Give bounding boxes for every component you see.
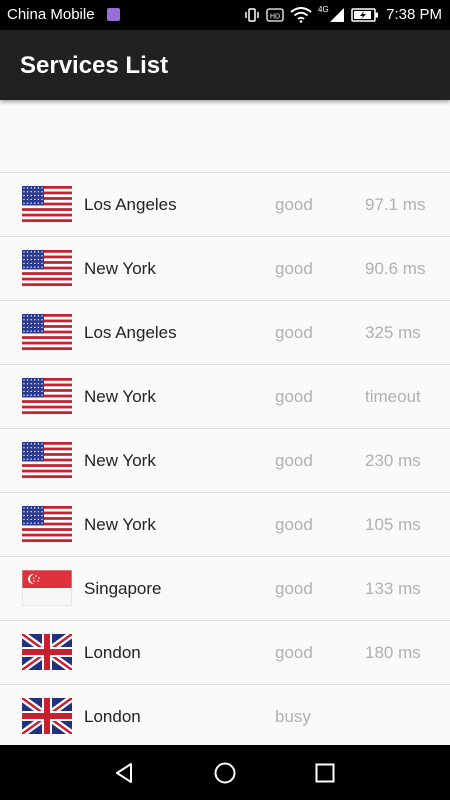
service-status: good: [275, 451, 313, 470]
service-row[interactable]: London busy: [0, 684, 450, 748]
cell-signal-icon: [329, 8, 344, 22]
service-status: good: [275, 387, 313, 406]
clock: 7:38 PM: [386, 6, 442, 23]
us-flag-icon: [22, 442, 72, 478]
service-row[interactable]: Los Angeles good 325 ms: [0, 300, 450, 364]
app-bar: Services List: [0, 30, 450, 100]
network-type-label: 4G: [318, 5, 329, 14]
battery-icon: [350, 8, 378, 22]
us-flag-icon: [22, 186, 72, 222]
service-city: New York: [84, 451, 156, 470]
singapore-flag-icon: [21, 569, 73, 607]
service-city: Los Angeles: [84, 195, 177, 214]
us-flag-icon: [22, 506, 72, 542]
service-latency: 97.1 ms: [365, 195, 426, 214]
service-row[interactable]: London good 180 ms: [0, 620, 450, 684]
service-row[interactable]: New York good 230 ms: [0, 428, 450, 492]
hd-icon: HD: [266, 8, 284, 22]
service-row[interactable]: New York good 90.6 ms: [0, 236, 450, 300]
back-icon[interactable]: [111, 759, 139, 787]
service-city: New York: [84, 259, 156, 278]
service-latency: 133 ms: [365, 579, 421, 598]
home-icon[interactable]: [211, 759, 239, 787]
status-icons: HD 4G: [244, 5, 379, 25]
service-city: London: [84, 643, 141, 662]
service-row[interactable]: New York good timeout: [0, 364, 450, 428]
service-city: London: [84, 707, 141, 726]
service-status: busy: [275, 707, 311, 726]
carrier-label: China Mobile: [7, 6, 95, 23]
us-flag-icon: [22, 250, 72, 286]
uk-flag-icon: [19, 695, 75, 737]
uk-flag-icon: [19, 631, 75, 673]
service-row[interactable]: New York good 105 ms: [0, 492, 450, 556]
us-flag-icon: [22, 314, 72, 350]
service-status: good: [275, 259, 313, 278]
navigation-bar: [0, 745, 450, 800]
service-status: good: [275, 643, 313, 662]
service-latency: timeout: [365, 387, 421, 406]
us-flag-icon: [22, 378, 72, 414]
app-notification-icon: [107, 8, 120, 21]
service-status: good: [275, 515, 313, 534]
service-status: good: [275, 195, 313, 214]
service-latency: 230 ms: [365, 451, 421, 470]
service-status: good: [275, 323, 313, 342]
service-status: good: [275, 579, 313, 598]
service-row[interactable]: Singapore good 133 ms: [0, 556, 450, 620]
service-city: Los Angeles: [84, 323, 177, 342]
status-bar: China Mobile HD 4G 7:38 PM: [0, 0, 450, 30]
services-list: Los Angeles good 97.1 ms New York good 90.6 m…: [0, 172, 450, 748]
service-latency: 105 ms: [365, 515, 421, 534]
service-row[interactable]: Los Angeles good 97.1 ms: [0, 172, 450, 236]
svg-text:HD: HD: [270, 14, 280, 21]
recents-icon[interactable]: [311, 759, 339, 787]
service-city: New York: [84, 387, 156, 406]
service-latency: 180 ms: [365, 643, 421, 662]
service-city: New York: [84, 515, 156, 534]
service-latency: 90.6 ms: [365, 259, 426, 278]
service-latency: 325 ms: [365, 323, 421, 342]
vibrate-icon: [245, 8, 259, 22]
page-title: Services List: [20, 52, 169, 79]
wifi-icon: [290, 7, 312, 23]
service-city: Singapore: [84, 579, 162, 598]
